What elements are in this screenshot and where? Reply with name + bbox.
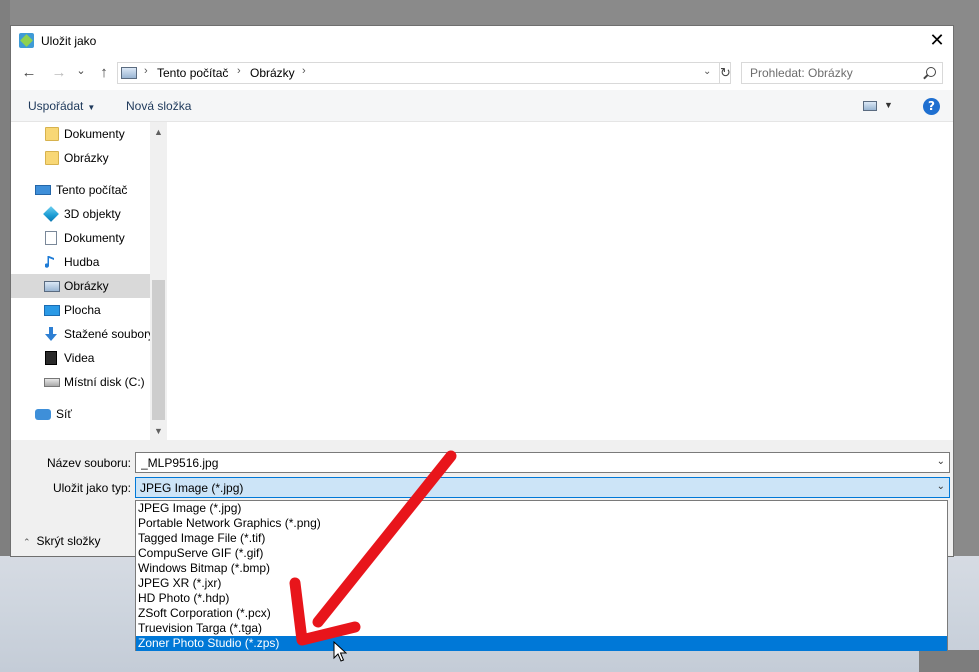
search-icon[interactable] [926, 67, 936, 77]
breadcrumb-separator[interactable]: › [237, 65, 241, 77]
save-as-dialog: Uložit jako ✕ ← → ⌄ ↑ › Tento počítač › … [10, 25, 954, 557]
mouse-cursor-icon [333, 641, 347, 662]
change-view-icon[interactable] [863, 101, 877, 111]
scrollbar-thumb[interactable] [152, 280, 165, 420]
sidebar-item-label: Stažené soubory [64, 327, 155, 341]
filename-label: Název souboru: [46, 456, 131, 470]
recent-locations-button[interactable]: ⌄ [71, 62, 91, 80]
sidebar-item-desktop[interactable]: Plocha [11, 298, 150, 322]
view-options-dropdown[interactable]: ▼ [884, 100, 893, 110]
new-folder-button[interactable]: Nová složka [126, 99, 191, 113]
disk-icon [44, 378, 60, 387]
sidebar-item-music[interactable]: Hudba [11, 250, 150, 274]
file-type-option-pcx[interactable]: ZSoft Corporation (*.pcx) [136, 606, 947, 621]
sidebar-item-label: Plocha [64, 303, 101, 317]
pictures-location-icon [121, 67, 137, 79]
sidebar-item-label: Videa [64, 351, 95, 365]
video-icon [45, 351, 57, 365]
refresh-button[interactable]: ↻ [719, 63, 731, 83]
sidebar-item-label: 3D objekty [64, 207, 121, 221]
file-type-value: JPEG Image (*.jpg) [140, 481, 244, 495]
search-box[interactable] [741, 62, 943, 84]
navigation-pane: Dokumenty Obrázky Tento počítač 3D objek… [11, 122, 167, 440]
navigation-scrollbar[interactable]: ▲ ▼ [150, 122, 167, 440]
sidebar-item-label: Dokumenty [64, 127, 125, 141]
breadcrumb-separator[interactable]: › [144, 65, 148, 77]
organize-button[interactable]: Uspořádat ▼ [28, 99, 95, 113]
breadcrumb-pictures[interactable]: Obrázky [250, 66, 295, 80]
command-toolbar: Uspořádat ▼ Nová složka ▼ ? [11, 90, 953, 122]
forward-button[interactable]: → [49, 64, 69, 82]
sidebar-item-network[interactable]: Síť [11, 402, 150, 426]
sidebar-item-label: Obrázky [64, 151, 109, 165]
file-type-option-jxr[interactable]: JPEG XR (*.jxr) [136, 576, 947, 591]
sidebar-item-downloads[interactable]: Stažené soubory [11, 322, 154, 346]
scroll-up-button[interactable]: ▲ [150, 124, 167, 141]
sidebar-item-label: Síť [56, 407, 72, 421]
navigation-bar: ← → ⌄ ↑ › Tento počítač › Obrázky › ⌄ ↻ [11, 56, 953, 90]
desktop-background-corner [919, 650, 979, 672]
sidebar-item-videos[interactable]: Videa [11, 346, 150, 370]
sidebar-item-label: Místní disk (C:) [64, 375, 145, 389]
file-type-select[interactable]: JPEG Image (*.jpg) ⌄ [135, 477, 950, 498]
search-input[interactable] [742, 63, 922, 83]
title-bar[interactable]: Uložit jako ✕ [11, 26, 953, 56]
file-type-option-tga[interactable]: Truevision Targa (*.tga) [136, 621, 947, 636]
file-type-option-png[interactable]: Portable Network Graphics (*.png) [136, 516, 947, 531]
cube-icon [43, 206, 59, 222]
file-type-option-hdp[interactable]: HD Photo (*.hdp) [136, 591, 947, 606]
file-type-label: Uložit jako typ: [52, 481, 131, 495]
scroll-down-button[interactable]: ▼ [150, 423, 167, 440]
help-icon[interactable]: ? [923, 98, 940, 115]
pictures-icon [44, 281, 60, 292]
file-type-option-bmp[interactable]: Windows Bitmap (*.bmp) [136, 561, 947, 576]
network-icon [35, 409, 51, 420]
sidebar-item-documents-quick[interactable]: Dokumenty [11, 122, 150, 146]
address-dropdown-button[interactable]: ⌄ [703, 66, 711, 77]
folder-icon [45, 127, 59, 141]
document-icon [45, 231, 57, 245]
music-note-icon [45, 256, 54, 268]
app-logo-icon [19, 33, 34, 48]
filename-input[interactable] [136, 453, 926, 472]
folder-icon [45, 151, 59, 165]
file-type-dropdown-button[interactable]: ⌄ [937, 481, 945, 492]
sidebar-item-label: Hudba [64, 255, 100, 269]
file-type-dropdown-list: JPEG Image (*.jpg) Portable Network Grap… [135, 500, 948, 651]
sidebar-item-local-disk[interactable]: Místní disk (C:) [11, 370, 150, 394]
sidebar-item-this-pc[interactable]: Tento počítač [11, 178, 150, 202]
file-type-option-tif[interactable]: Tagged Image File (*.tif) [136, 531, 947, 546]
download-icon [45, 327, 57, 341]
filename-field[interactable]: ⌄ [135, 452, 950, 473]
sidebar-item-pictures-quick[interactable]: Obrázky [11, 146, 150, 170]
chevron-down-icon: ▼ [87, 103, 96, 112]
sidebar-item-label: Tento počítač [56, 183, 128, 197]
file-type-option-jpg[interactable]: JPEG Image (*.jpg) [136, 501, 947, 516]
organize-label: Uspořádat [28, 99, 84, 113]
back-button[interactable]: ← [19, 64, 39, 82]
filename-dropdown-button[interactable]: ⌄ [937, 456, 945, 467]
sidebar-item-label: Dokumenty [64, 231, 125, 245]
desktop-background [0, 0, 10, 556]
file-type-option-zps[interactable]: Zoner Photo Studio (*.zps) [136, 636, 947, 651]
address-bar[interactable]: › Tento počítač › Obrázky › ⌄ ↻ [117, 62, 731, 84]
up-button[interactable]: ↑ [94, 64, 114, 82]
sidebar-item-label: Obrázky [64, 279, 109, 293]
sidebar-item-3d-objects[interactable]: 3D objekty [11, 202, 150, 226]
computer-icon [35, 185, 51, 195]
hide-folders-label: Skrýt složky [36, 534, 101, 548]
sidebar-item-documents[interactable]: Dokumenty [11, 226, 150, 250]
desktop-icon [44, 305, 60, 316]
close-button[interactable]: ✕ [921, 26, 953, 56]
hide-folders-button[interactable]: ⌃ Skrýt složky [11, 534, 101, 548]
window-title: Uložit jako [41, 34, 97, 48]
chevron-up-icon: ⌃ [23, 537, 31, 547]
file-list-area[interactable] [168, 122, 953, 440]
file-type-option-gif[interactable]: CompuServe GIF (*.gif) [136, 546, 947, 561]
breadcrumb-separator[interactable]: › [302, 65, 306, 77]
sidebar-item-pictures[interactable]: Obrázky [11, 274, 150, 298]
breadcrumb-this-pc[interactable]: Tento počítač [157, 66, 228, 80]
